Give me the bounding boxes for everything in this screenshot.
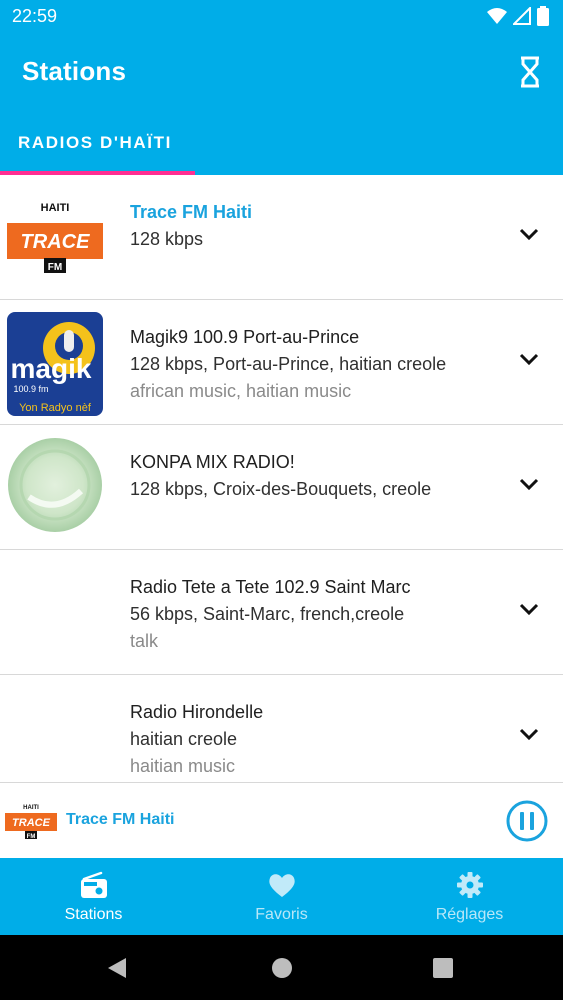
station-title: Magik9 100.9 Port-au-Prince	[130, 327, 360, 347]
app-bar: 22:59 Stations RADIOS D'HAÏTI	[0, 0, 563, 175]
logo-fm-text: FM	[48, 262, 62, 273]
wifi-icon	[487, 8, 507, 24]
magik9-logo: magik 100.9 fm Yon Radyo nèf	[7, 312, 103, 416]
logo-frequency-text: 100.9 fm	[13, 384, 48, 394]
station-genres: haitian music	[130, 756, 236, 776]
chevron-down-icon[interactable]	[518, 602, 540, 616]
home-icon[interactable]	[271, 957, 293, 979]
nav-label: Réglages	[435, 906, 504, 923]
heart-icon	[268, 874, 295, 897]
station-details: 128 kbps, Port-au-Prince, haitian creole	[130, 354, 447, 374]
nav-label: Favoris	[255, 906, 308, 923]
mini-logo-haiti-text: HAITI	[23, 805, 39, 811]
status-icons	[487, 6, 549, 26]
station-details: 56 kbps, Saint-Marc, french,creole	[130, 604, 405, 624]
logo-magik-text: magik	[11, 353, 92, 384]
station-row-tete-a-tete[interactable]: Radio Tete a Tete 102.9 Saint Marc 56 kb…	[0, 550, 563, 675]
system-navigation-bar	[0, 935, 563, 1000]
nav-label: Stations	[64, 906, 123, 923]
station-list[interactable]: HAITI TRACE FM Trace FM Haiti 128 kbps m…	[0, 175, 563, 782]
cellular-signal-icon	[513, 7, 531, 25]
station-row-hirondelle[interactable]: Radio Hirondelle haitian creole haitian …	[0, 675, 563, 782]
battery-icon	[537, 6, 549, 26]
logo-slogan-text: Yon Radyo nèf	[19, 402, 92, 414]
station-row-konpa-mix[interactable]: KONPA MIX RADIO! 128 kbps, Croix-des-Bou…	[0, 425, 563, 550]
station-title: Radio Hirondelle	[130, 702, 264, 722]
station-details: 128 kbps, Croix-des-Bouquets, creole	[130, 479, 432, 499]
bottom-navigation: Stations Favoris Réglages	[0, 858, 563, 935]
now-playing-logo: HAITI TRACE FM	[5, 801, 57, 841]
chevron-down-icon[interactable]	[518, 352, 540, 366]
station-row-trace-fm[interactable]: HAITI TRACE FM Trace FM Haiti 128 kbps	[0, 175, 563, 300]
chevron-down-icon[interactable]	[518, 227, 540, 241]
trace-fm-logo: HAITI TRACE FM	[7, 187, 103, 283]
radio-icon	[80, 871, 107, 898]
station-row-magik9[interactable]: magik 100.9 fm Yon Radyo nèf Magik9 100.…	[0, 300, 563, 425]
now-playing-title: Trace FM Haiti	[66, 811, 175, 828]
station-genres: african music, haitian music	[130, 381, 352, 401]
back-icon[interactable]	[106, 956, 128, 980]
station-details: 128 kbps	[130, 229, 204, 249]
tab-radios-haiti[interactable]: RADIOS D'HAÏTI	[18, 133, 172, 153]
sleep-timer-hourglass-icon[interactable]	[515, 55, 545, 89]
chevron-down-icon[interactable]	[518, 477, 540, 491]
station-genres: talk	[130, 631, 159, 651]
now-playing-bar[interactable]: HAITI TRACE FM Trace FM Haiti	[0, 782, 563, 859]
mini-logo-trace-text: TRACE	[12, 817, 51, 829]
status-time: 22:59	[12, 6, 58, 26]
station-title: KONPA MIX RADIO!	[130, 452, 295, 472]
pause-button-icon[interactable]	[506, 800, 548, 842]
nav-favoris[interactable]: Favoris	[188, 858, 375, 935]
page-title: Stations	[22, 56, 127, 86]
mini-logo-fm-text: FM	[27, 834, 36, 840]
nav-reglages[interactable]: Réglages	[376, 858, 563, 935]
konpa-mix-logo	[7, 437, 103, 533]
station-title: Radio Tete a Tete 102.9 Saint Marc	[130, 577, 411, 597]
status-bar: 22:59	[0, 0, 563, 34]
logo-haiti-text: HAITI	[41, 202, 70, 214]
recents-icon[interactable]	[433, 958, 453, 978]
chevron-down-icon[interactable]	[518, 727, 540, 741]
station-details: haitian creole	[130, 729, 238, 749]
nav-stations[interactable]: Stations	[0, 858, 187, 935]
station-title: Trace FM Haiti	[130, 202, 253, 222]
logo-trace-text: TRACE	[21, 231, 91, 253]
gear-icon	[456, 872, 483, 898]
